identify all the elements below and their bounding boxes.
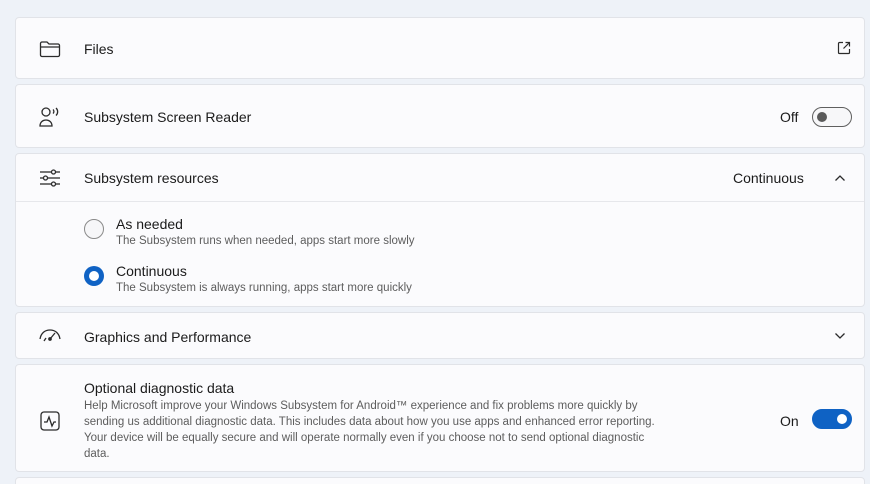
toggle-knob (837, 414, 847, 424)
screen-reader-card: Subsystem Screen Reader Off (15, 84, 865, 148)
resources-divider (16, 201, 864, 202)
graphics-label: Graphics and Performance (84, 329, 252, 345)
option-as-needed-title: As needed (116, 216, 183, 232)
folder-icon (38, 37, 62, 61)
screen-reader-label: Subsystem Screen Reader (84, 109, 252, 125)
diagnostics-description-line: Your device will be equally secure and w… (84, 432, 645, 444)
pulse-monitor-icon (38, 409, 62, 433)
speedometer-icon (38, 324, 62, 348)
diagnostics-state: On (780, 413, 799, 429)
radio-continuous[interactable] (84, 266, 104, 286)
screen-reader-icon (38, 105, 62, 129)
resources-label: Subsystem resources (84, 170, 219, 186)
diagnostics-card: Optional diagnostic data Help Microsoft … (15, 364, 865, 472)
radio-as-needed[interactable] (84, 219, 104, 239)
resources-card: Subsystem resources Continuous As needed… (15, 153, 865, 307)
radio-selected-dot (89, 271, 99, 281)
resources-current-value: Continuous (733, 170, 804, 186)
sliders-icon (38, 166, 62, 190)
next-card-partial (15, 477, 865, 484)
chevron-up-icon[interactable] (832, 170, 848, 186)
screen-reader-toggle[interactable] (812, 107, 852, 127)
graphics-card[interactable]: Graphics and Performance (15, 312, 865, 359)
screen-reader-state: Off (780, 109, 799, 125)
files-label: Files (84, 41, 114, 57)
resources-header[interactable]: Subsystem resources Continuous (16, 154, 864, 201)
option-continuous-description: The Subsystem is always running, apps st… (116, 282, 412, 294)
diagnostics-description-line: sending us additional diagnostic data. T… (84, 416, 655, 428)
option-continuous-title: Continuous (116, 263, 187, 279)
chevron-down-icon[interactable] (832, 328, 848, 344)
diagnostics-title: Optional diagnostic data (84, 380, 235, 396)
diagnostics-description-line: Help Microsoft improve your Windows Subs… (84, 400, 638, 412)
open-external-icon[interactable] (836, 40, 852, 56)
diagnostics-toggle[interactable] (812, 409, 852, 429)
files-card[interactable]: Files (15, 17, 865, 79)
diagnostics-description: Help Microsoft improve your Windows Subs… (84, 398, 704, 462)
option-as-needed-description: The Subsystem runs when needed, apps sta… (116, 235, 415, 247)
toggle-knob (817, 112, 827, 122)
diagnostics-description-line: data. (84, 448, 110, 460)
